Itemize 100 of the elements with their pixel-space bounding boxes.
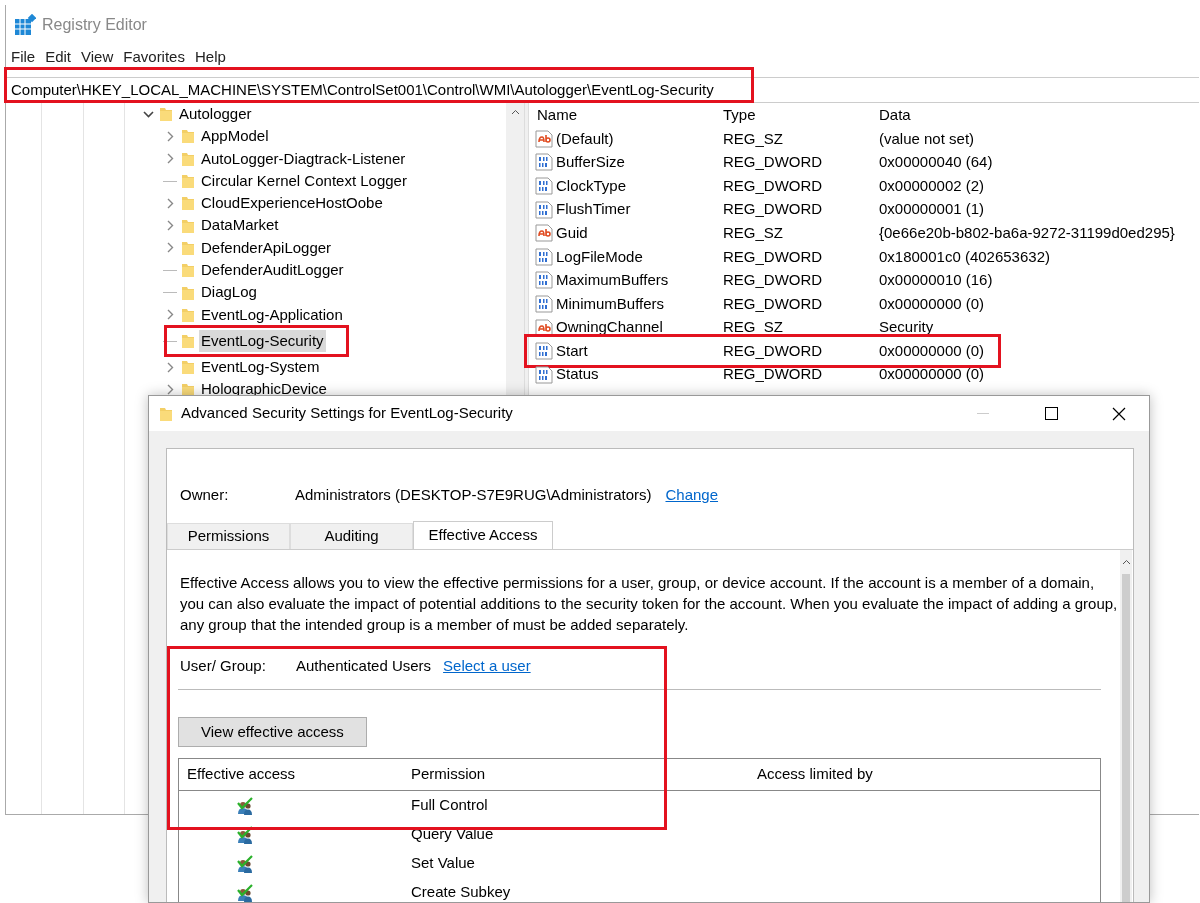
string-value-icon: [534, 223, 554, 244]
owner-name: Administrators (DESKTOP-S7E9RUG\Administrators): [295, 484, 652, 505]
tree-item[interactable]: DefenderAuditLogger: [199, 259, 346, 282]
binary-value-icon: [534, 176, 554, 196]
value-type: REG_DWORD: [723, 152, 824, 173]
user-group-name: Authenticated Users: [296, 656, 432, 676]
tree-item[interactable]: DataMarket: [199, 214, 281, 237]
chevron-right-icon[interactable]: [166, 361, 174, 373]
chevron-right-icon[interactable]: [166, 309, 174, 321]
close-icon: [1112, 406, 1126, 421]
window-title: Registry Editor: [42, 15, 147, 35]
select-user-link[interactable]: Select a user: [443, 655, 531, 678]
value-data: 0x00000000 (0): [879, 340, 985, 361]
change-link[interactable]: Change: [665, 483, 719, 507]
value-name[interactable]: ClockType: [556, 174, 627, 198]
column-header[interactable]: Type: [723, 103, 879, 127]
chevron-right-icon[interactable]: [166, 197, 174, 209]
column-header[interactable]: Permission: [411, 763, 757, 786]
menu-item[interactable]: Favorites: [123, 45, 185, 69]
binary-value-icon: [534, 152, 554, 173]
value-name[interactable]: BufferSize: [556, 151, 625, 174]
scroll-up-icon[interactable]: [510, 109, 520, 116]
menu-item[interactable]: Edit: [45, 45, 72, 69]
description-text: Effective Access allows you to view the effective permissions for a user, group, or device account. If the account is a member of a domain, you can also evaluate the impact of potential additions to the security token for the account. When you evaluate the impact of adding a group, any group that the intended group is a member of must be added separately.: [180, 573, 1119, 635]
scroll-up-icon[interactable]: [1121, 559, 1131, 566]
owner-label: Owner:: [180, 484, 230, 505]
tree-item[interactable]: DefenderApiLogger: [199, 236, 334, 260]
value-data: Security: [879, 317, 934, 338]
registry-icon: [14, 14, 36, 36]
tree-item[interactable]: EventLog-Application: [199, 303, 345, 327]
tab[interactable]: Permissions: [167, 523, 290, 549]
folder-icon: [159, 106, 173, 123]
value-name[interactable]: Guid: [556, 221, 588, 245]
binary-value-icon: [534, 364, 554, 385]
string-value-icon: [534, 128, 554, 149]
tree-item[interactable]: Circular Kernel Context Logger: [199, 169, 409, 193]
tree-item[interactable]: EventLog-Security: [199, 329, 326, 353]
value-name[interactable]: (Default): [556, 127, 614, 151]
menu-item[interactable]: Help: [194, 45, 226, 69]
value-data: 0x00000040 (64): [879, 152, 993, 173]
folder-icon: [159, 405, 173, 422]
value-data: 0x00000000 (0): [879, 293, 985, 314]
value-name[interactable]: Start: [556, 339, 588, 363]
chevron-right-icon[interactable]: [166, 153, 174, 165]
binary-value-icon: [534, 246, 554, 267]
value-name[interactable]: FlushTimer: [556, 198, 631, 221]
chevron-down-icon[interactable]: [142, 110, 154, 118]
tab[interactable]: Effective Access: [413, 521, 553, 549]
value-data: 0x00000000 (0): [879, 364, 985, 385]
binary-value-icon: [534, 293, 554, 314]
value-data: {0e66e20b-b802-ba6a-9272-31199d0ed295}: [879, 222, 1175, 243]
folder-icon: [181, 359, 195, 376]
value-name[interactable]: MaximumBuffers: [556, 269, 669, 292]
value-name[interactable]: OwningChannel: [556, 316, 663, 339]
column-header[interactable]: Access limited by: [757, 763, 873, 786]
chevron-right-icon[interactable]: [166, 130, 174, 142]
column-header[interactable]: Name: [529, 103, 723, 127]
chevron-right-icon[interactable]: [166, 242, 174, 254]
binary-value-icon: [534, 341, 554, 362]
menu-item[interactable]: View: [81, 45, 114, 69]
value-type: REG_DWORD: [723, 293, 824, 314]
tree-item[interactable]: DiagLog: [199, 281, 259, 304]
value-data: 0x00000002 (2): [879, 175, 985, 196]
value-type: REG_DWORD: [723, 246, 824, 267]
column-header[interactable]: Data: [879, 103, 911, 127]
value-data: 0x180001c0 (402653632): [879, 246, 1050, 267]
value-name[interactable]: Status: [556, 363, 599, 386]
permission-cell-text: Set Value: [411, 853, 476, 874]
chevron-right-icon[interactable]: [166, 384, 174, 396]
value-type: REG_SZ: [723, 128, 784, 149]
scrollbar[interactable]: [1120, 550, 1132, 902]
value-name[interactable]: MinimumBuffers: [556, 292, 665, 316]
user-group-label: User/ Group:: [180, 656, 267, 676]
tree-item[interactable]: CloudExperienceHostOobe: [199, 192, 385, 215]
menu-item[interactable]: File: [11, 45, 36, 69]
tab[interactable]: Auditing: [290, 523, 413, 549]
value-name[interactable]: LogFileMode: [556, 245, 643, 268]
view-effective-access-button[interactable]: View effective access: [178, 716, 367, 747]
value-data: (value not set): [879, 128, 975, 149]
folder-icon: [181, 284, 195, 301]
value-type: REG_SZ: [723, 222, 784, 243]
dialog-title: Advanced Security Settings for EventLog-Security: [181, 403, 514, 424]
maximize-icon: [1044, 407, 1058, 420]
tree-item[interactable]: AutoLogger-Diagtrack-Listener: [199, 147, 408, 170]
folder-icon: [181, 239, 195, 256]
minimize-icon: [977, 412, 989, 415]
binary-value-icon: [534, 199, 554, 220]
permission-cell-text: Full Control: [411, 795, 489, 816]
tree-item[interactable]: Autologger: [177, 103, 254, 126]
column-header[interactable]: Effective access: [179, 763, 411, 786]
value-type: REG_DWORD: [723, 270, 824, 291]
tree-item[interactable]: EventLog-System: [199, 356, 322, 379]
folder-icon: [181, 262, 195, 279]
value-type: REG_DWORD: [723, 175, 824, 196]
folder-icon: [181, 195, 195, 212]
folder-icon: [181, 173, 195, 190]
chevron-right-icon[interactable]: [166, 220, 174, 232]
tree-item[interactable]: AppModel: [199, 125, 271, 148]
binary-value-icon: [534, 270, 554, 291]
value-type: REG_DWORD: [723, 340, 824, 361]
